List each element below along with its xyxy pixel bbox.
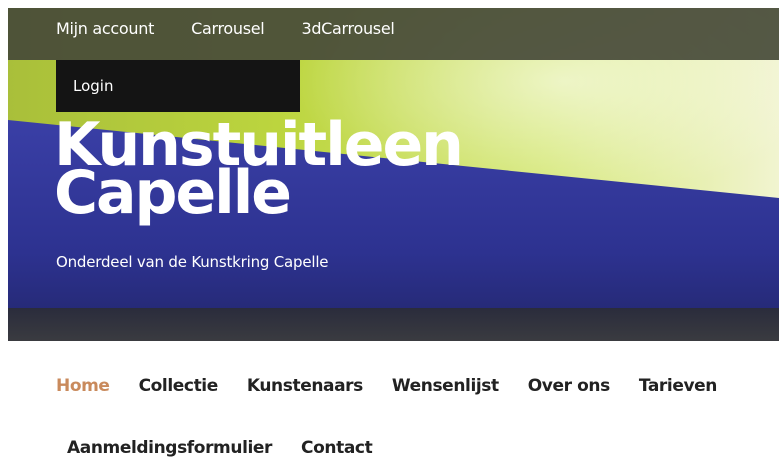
login-link[interactable]: Login	[73, 77, 113, 95]
site-title[interactable]: Kunstuitleen Capelle	[54, 115, 464, 223]
menu-item-3dcarrousel[interactable]: 3dCarrousel	[301, 19, 394, 38]
nav-item-aanmeldingsformulier[interactable]: Aanmeldingsformulier	[67, 438, 272, 458]
menu-item-carrousel[interactable]: Carrousel	[191, 19, 265, 38]
nav-item-contact[interactable]: Contact	[301, 438, 373, 458]
main-menu-row: Home Collectie Kunstenaars Wensenlijst O…	[56, 366, 746, 406]
main-menu-row: Aanmeldingsformulier Contact	[67, 428, 401, 468]
nav-item-collectie[interactable]: Collectie	[139, 376, 219, 396]
top-bar: Mijn account Carrousel 3dCarrousel	[8, 8, 779, 60]
site-header: Mijn account Carrousel 3dCarrousel Login…	[8, 8, 779, 341]
main-navigation: Home Collectie Kunstenaars Wensenlijst O…	[0, 341, 779, 471]
nav-item-tarieven[interactable]: Tarieven	[639, 376, 718, 396]
nav-item-home[interactable]: Home	[56, 376, 110, 396]
account-menu: Mijn account Carrousel 3dCarrousel	[56, 8, 432, 49]
menu-item-mijn-account[interactable]: Mijn account	[56, 19, 154, 38]
nav-item-wensenlijst[interactable]: Wensenlijst	[392, 376, 499, 396]
login-dropdown[interactable]: Login	[56, 60, 300, 112]
nav-item-over-ons[interactable]: Over ons	[528, 376, 610, 396]
site-tagline: Onderdeel van de Kunstkring Capelle	[56, 253, 329, 271]
nav-item-kunstenaars[interactable]: Kunstenaars	[247, 376, 363, 396]
page: Mijn account Carrousel 3dCarrousel Login…	[0, 0, 779, 471]
